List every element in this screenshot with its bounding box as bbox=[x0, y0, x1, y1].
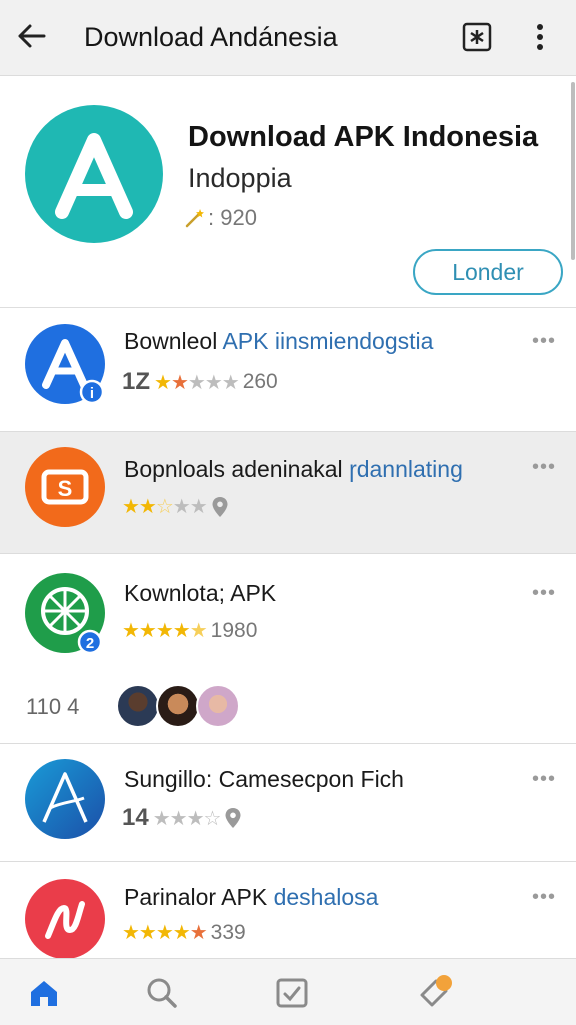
checkbox-icon[interactable] bbox=[274, 975, 310, 1011]
app-name: Kownlota; APK bbox=[124, 580, 277, 606]
rating-stars: ★★★★★ bbox=[122, 620, 208, 642]
s-screen-icon: S bbox=[25, 447, 105, 527]
app-rating: ★★☆★★ bbox=[122, 494, 229, 519]
reviewer-avatars[interactable] bbox=[116, 684, 240, 728]
more-vertical-icon[interactable] bbox=[527, 22, 553, 52]
a-logo-icon: i bbox=[25, 324, 105, 405]
more-options-icon[interactable]: ••• bbox=[532, 768, 556, 791]
app-list-item[interactable]: S Bopnloals adeninakal ɼdannlating ★★☆★★… bbox=[0, 432, 576, 554]
featured-app-developer[interactable]: Indoppia bbox=[188, 163, 292, 194]
avatar[interactable] bbox=[156, 684, 200, 728]
svg-text:i: i bbox=[90, 385, 94, 402]
more-options-icon[interactable]: ••• bbox=[532, 456, 556, 479]
rating-stars: ★★☆★★ bbox=[122, 496, 208, 518]
page-title: Download Andánesia bbox=[84, 22, 338, 52]
location-pin-icon bbox=[212, 496, 228, 517]
app-rating: 1Z ★★★★★ 260 bbox=[122, 368, 278, 395]
arrow-left-icon[interactable] bbox=[14, 18, 50, 54]
svg-text:S: S bbox=[58, 476, 73, 501]
app-list-item[interactable]: 2 Kownlota; APK ★★★★★ 1980 ••• 110 4 bbox=[0, 554, 576, 744]
rating-stars: ★★★★★ bbox=[154, 371, 240, 394]
featured-app-rating-text: : 920 bbox=[208, 205, 257, 230]
svg-text:2: 2 bbox=[86, 635, 94, 652]
app-name: Parinalor APK deshalosa bbox=[124, 884, 379, 910]
featured-app-card: Download APK Indonesia Indoppia : 920 Lo… bbox=[0, 77, 576, 308]
tag-icon[interactable] bbox=[418, 975, 454, 1011]
app-list-item[interactable]: i Bownleol APK iinsmiendogstia 1Z ★★★★★ … bbox=[0, 308, 576, 432]
globe-icon: 2 bbox=[25, 573, 105, 654]
home-icon[interactable] bbox=[26, 975, 62, 1011]
app-rating: ★★★★★ 1980 bbox=[122, 618, 258, 643]
more-options-icon[interactable]: ••• bbox=[532, 582, 556, 605]
featured-app-logo[interactable] bbox=[24, 104, 164, 244]
featured-app-rating: : 920 bbox=[184, 205, 257, 231]
swirl-icon bbox=[25, 879, 105, 959]
more-options-icon[interactable]: ••• bbox=[532, 330, 556, 353]
app-name: Bopnloals adeninakal ɼdannlating bbox=[124, 456, 463, 482]
bottom-navigation bbox=[0, 958, 576, 1025]
app-list-item[interactable]: Parinalor APK deshalosa ★★★★★ 339 ••• bbox=[0, 862, 576, 959]
scrollbar[interactable] bbox=[571, 82, 575, 260]
more-options-icon[interactable]: ••• bbox=[532, 886, 556, 909]
location-pin-icon bbox=[225, 808, 241, 828]
top-app-bar: Download Andánesia bbox=[0, 0, 576, 76]
avatar[interactable] bbox=[196, 684, 240, 728]
a-outline-icon bbox=[25, 759, 105, 839]
review-count: 110 4 bbox=[26, 694, 80, 719]
app-name: Bownleol APK iinsmiendogstia bbox=[124, 328, 434, 354]
install-button[interactable]: Londer bbox=[413, 249, 563, 295]
app-rating: ★★★★★ 339 bbox=[122, 920, 246, 945]
app-name: Sungillo: Camesecpon Fich bbox=[124, 766, 404, 792]
app-list-item[interactable]: Sungillo: Camesecpon Fich 14 ★★★☆ ••• bbox=[0, 744, 576, 862]
featured-app-name[interactable]: Download APK Indonesia bbox=[188, 121, 538, 154]
rating-stars: ★★★☆ bbox=[152, 807, 222, 830]
avatar[interactable] bbox=[116, 684, 160, 728]
rating-stars: ★★★★★ bbox=[122, 922, 208, 944]
asterisk-box-icon[interactable] bbox=[461, 21, 493, 53]
magic-wand-icon bbox=[185, 209, 204, 228]
search-icon[interactable] bbox=[144, 975, 180, 1011]
app-rating: 14 ★★★☆ bbox=[122, 804, 242, 832]
